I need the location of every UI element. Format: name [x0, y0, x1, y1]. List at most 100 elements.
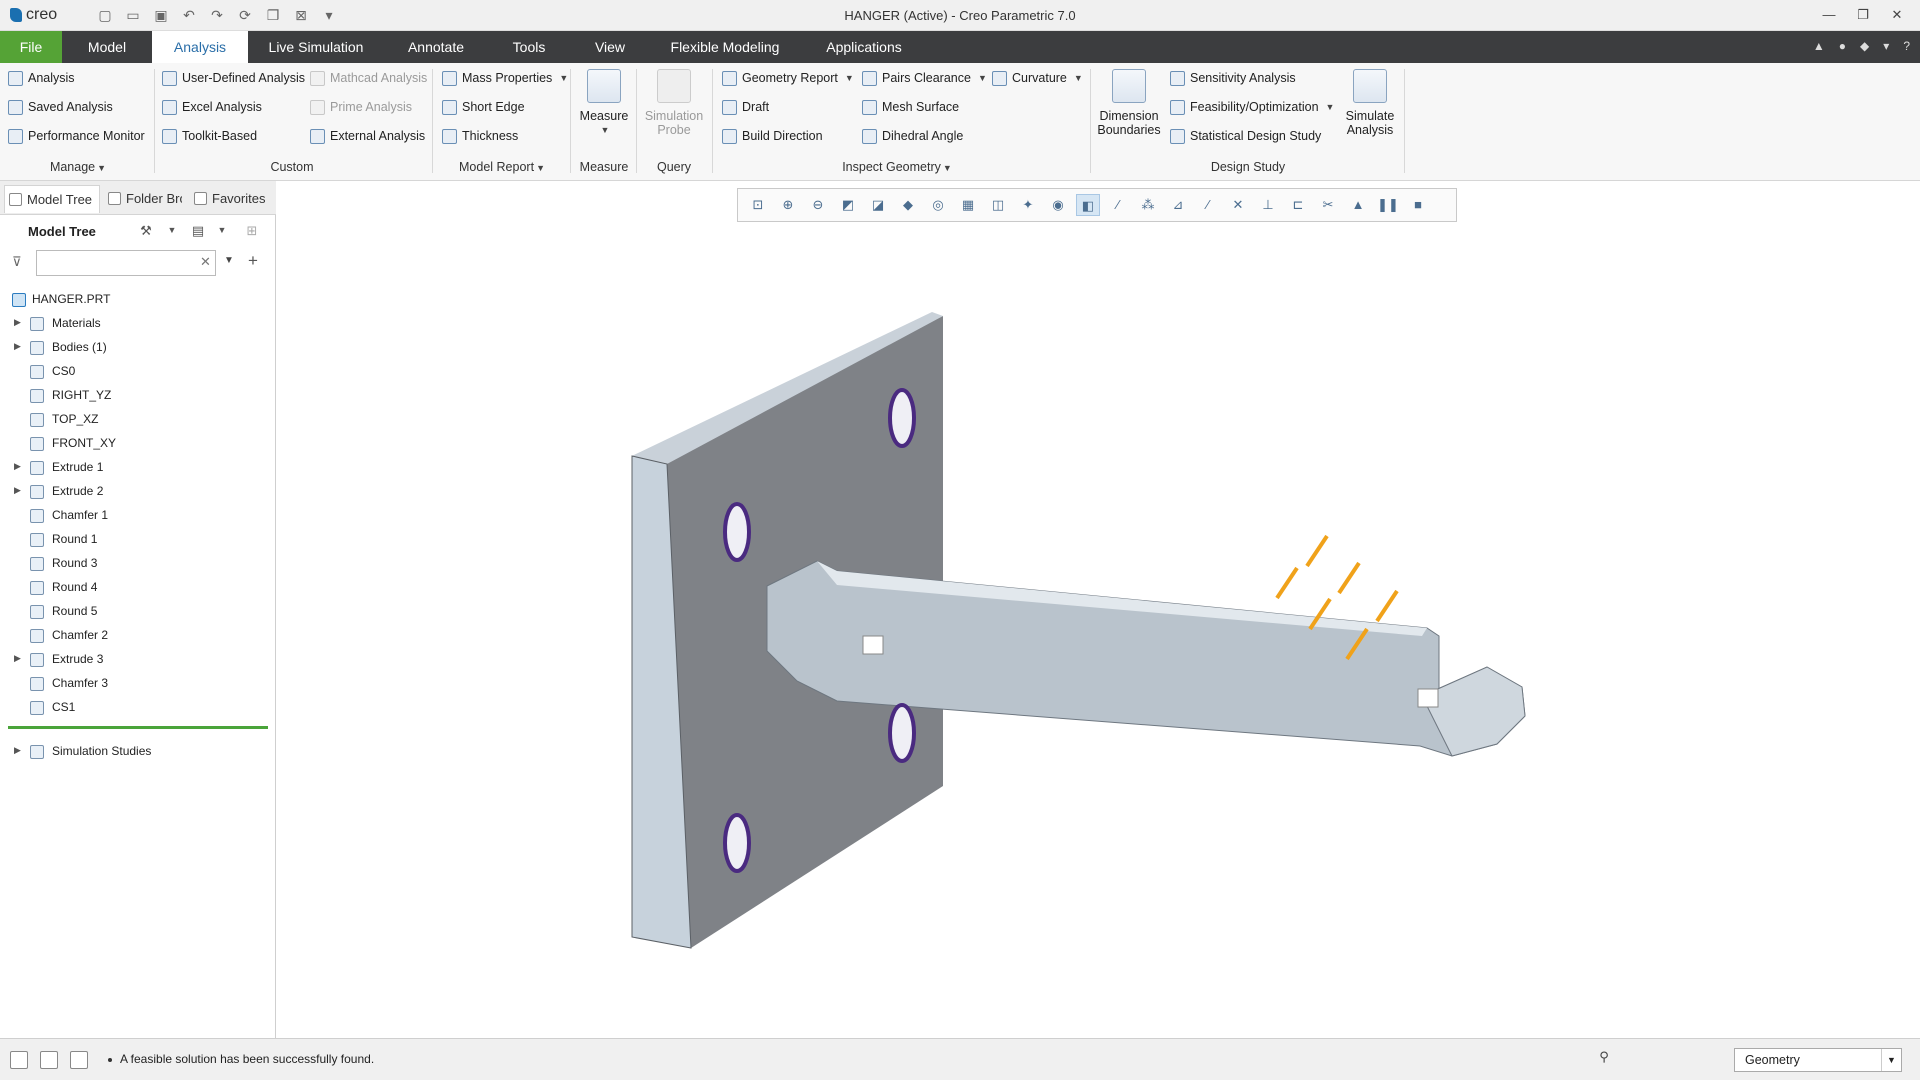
- chevron-down-icon[interactable]: ▼: [224, 255, 234, 266]
- fullscreen-icon[interactable]: [70, 1051, 88, 1069]
- excel-analysis-button[interactable]: Excel Analysis: [162, 97, 262, 117]
- tree-item[interactable]: ▶ Bodies (1): [0, 336, 270, 360]
- chevron-down-icon[interactable]: ▼: [978, 73, 987, 83]
- save-icon[interactable]: ▣: [152, 6, 170, 24]
- expand-arrow-icon[interactable]: ▶: [14, 341, 21, 352]
- chevron-down-icon[interactable]: ▼: [164, 225, 180, 241]
- redo-icon[interactable]: ↷: [208, 6, 226, 24]
- chevron-down-icon[interactable]: ▼: [1326, 102, 1335, 112]
- undo-icon[interactable]: ↶: [180, 6, 198, 24]
- tree-item[interactable]: Round 3: [0, 552, 270, 576]
- tree-item[interactable]: ▶ Extrude 2: [0, 480, 270, 504]
- curvature-button[interactable]: Curvature ▼: [992, 68, 1083, 88]
- tab-flexible-modeling[interactable]: Flexible Modeling: [662, 31, 788, 63]
- tab-analysis[interactable]: Analysis: [152, 31, 248, 63]
- tab-annotate[interactable]: Annotate: [396, 31, 476, 63]
- chevron-down-icon[interactable]: ▼: [559, 73, 568, 83]
- open-file-icon[interactable]: ▭: [124, 6, 142, 24]
- help-icon[interactable]: ?: [1903, 39, 1910, 53]
- tree-search-input[interactable]: [36, 250, 216, 276]
- measure-button[interactable]: Measure ▼: [578, 69, 630, 137]
- geometry-report-button[interactable]: Geometry Report ▼: [722, 68, 854, 88]
- add-icon[interactable]: +: [248, 251, 258, 271]
- analysis-button[interactable]: Analysis: [8, 68, 75, 88]
- windows-icon[interactable]: ❐: [264, 6, 282, 24]
- tree-item[interactable]: Chamfer 3: [0, 672, 270, 696]
- browser-toggle-icon[interactable]: [40, 1051, 58, 1069]
- tree-item[interactable]: ▶ Extrude 1: [0, 456, 270, 480]
- expand-arrow-icon[interactable]: ▶: [14, 485, 21, 496]
- mathcad-analysis-button[interactable]: Mathcad Analysis: [310, 68, 427, 88]
- tab-view[interactable]: View: [582, 31, 638, 63]
- regenerate-icon[interactable]: ⟳: [236, 6, 254, 24]
- build-direction-button[interactable]: Build Direction: [722, 126, 823, 146]
- insert-here-indicator[interactable]: [8, 726, 268, 729]
- dihedral-angle-button[interactable]: Dihedral Angle: [862, 126, 963, 146]
- short-edge-button[interactable]: Short Edge: [442, 97, 525, 117]
- chevron-down-icon[interactable]: ▼: [214, 225, 230, 241]
- tree-item[interactable]: Round 1: [0, 528, 270, 552]
- community-icon[interactable]: ●: [1839, 39, 1846, 53]
- tree-item[interactable]: TOP_XZ: [0, 408, 270, 432]
- user-defined-analysis-button[interactable]: User-Defined Analysis: [162, 68, 305, 88]
- expand-arrow-icon[interactable]: ▶: [14, 653, 21, 664]
- show-icon[interactable]: ▤: [190, 223, 206, 239]
- new-file-icon[interactable]: ▢: [96, 6, 114, 24]
- customize-toolbar-icon[interactable]: ▾: [320, 6, 338, 24]
- tree-item[interactable]: FRONT_XY: [0, 432, 270, 456]
- feature-callout-icon[interactable]: [862, 635, 884, 655]
- expand-arrow-icon[interactable]: ▶: [14, 317, 21, 328]
- feasibility-optimization-button[interactable]: Feasibility/Optimization ▼: [1170, 97, 1334, 117]
- sensitivity-analysis-button[interactable]: Sensitivity Analysis: [1170, 68, 1296, 88]
- mesh-surface-button[interactable]: Mesh Surface: [862, 97, 959, 117]
- group-inspect-geometry[interactable]: Inspect Geometry ▼: [722, 160, 1072, 174]
- group-model-report[interactable]: Model Report ▼: [442, 160, 562, 174]
- tree-item[interactable]: ▶ Materials: [0, 312, 270, 336]
- tree-item[interactable]: CS1: [0, 696, 270, 720]
- find-icon[interactable]: ⚲: [1590, 1049, 1618, 1071]
- help-dropdown-icon[interactable]: ▾: [1883, 39, 1889, 53]
- tree-item[interactable]: Round 5: [0, 600, 270, 624]
- draft-button[interactable]: Draft: [722, 97, 769, 117]
- tree-columns-icon[interactable]: ⊞: [244, 223, 260, 239]
- simulation-probe-button[interactable]: Simulation Probe: [640, 69, 708, 137]
- selection-filter[interactable]: Geometry ▼: [1734, 1048, 1902, 1072]
- tree-item-simulation-studies[interactable]: ▶ Simulation Studies: [0, 740, 270, 764]
- toolkit-based-button[interactable]: Toolkit-Based: [162, 126, 257, 146]
- navigator-toggle-icon[interactable]: [10, 1051, 28, 1069]
- restore-icon[interactable]: ❐: [1850, 4, 1876, 26]
- tab-favorites[interactable]: Favorites: [190, 185, 266, 213]
- tab-folder-browser[interactable]: Folder Browser: [104, 185, 182, 213]
- feature-callout-icon[interactable]: [1417, 688, 1439, 708]
- tab-tools[interactable]: Tools: [496, 31, 562, 63]
- pairs-clearance-button[interactable]: Pairs Clearance ▼: [862, 68, 987, 88]
- tree-root[interactable]: HANGER.PRT: [0, 288, 270, 312]
- close-icon[interactable]: ✕: [1884, 4, 1910, 26]
- chevron-down-icon[interactable]: ▼: [845, 73, 854, 83]
- hanger-model-view[interactable]: [277, 181, 1920, 1038]
- graphics-area[interactable]: ⊡ ⊕ ⊖ ◩ ◪ ◆ ◎ ▦ ◫ ✦ ◉ ◧ ⁄ ⁂ ⊿ ∕ ✕ ⊥ ⊏ ✂ …: [277, 181, 1920, 1038]
- minimize-ribbon-icon[interactable]: ▲: [1813, 39, 1825, 53]
- clear-icon[interactable]: ✕: [200, 254, 211, 270]
- tab-model[interactable]: Model: [70, 31, 144, 63]
- group-manage[interactable]: Manage ▼: [8, 160, 148, 174]
- tree-item[interactable]: Chamfer 2: [0, 624, 270, 648]
- simulate-analysis-button[interactable]: Simulate Analysis: [1340, 69, 1400, 137]
- performance-monitor-button[interactable]: Performance Monitor: [8, 126, 145, 146]
- tree-item[interactable]: CS0: [0, 360, 270, 384]
- tree-item[interactable]: Chamfer 1: [0, 504, 270, 528]
- filter-icon[interactable]: ⊽: [12, 254, 28, 270]
- chevron-down-icon[interactable]: ▼: [1074, 73, 1083, 83]
- tree-settings-icon[interactable]: ⚒: [138, 223, 154, 239]
- dimension-boundaries-button[interactable]: Dimension Boundaries: [1096, 69, 1162, 137]
- learning-icon[interactable]: ◆: [1860, 39, 1869, 53]
- tree-item[interactable]: RIGHT_YZ: [0, 384, 270, 408]
- tab-model-tree[interactable]: Model Tree: [4, 185, 100, 213]
- expand-arrow-icon[interactable]: ▶: [14, 745, 21, 756]
- statistical-design-study-button[interactable]: Statistical Design Study: [1170, 126, 1321, 146]
- tab-applications[interactable]: Applications: [814, 31, 914, 63]
- tab-file[interactable]: File: [0, 31, 62, 63]
- chevron-down-icon[interactable]: ▼: [1881, 1049, 1901, 1071]
- expand-arrow-icon[interactable]: ▶: [14, 461, 21, 472]
- minimize-icon[interactable]: —: [1816, 4, 1842, 26]
